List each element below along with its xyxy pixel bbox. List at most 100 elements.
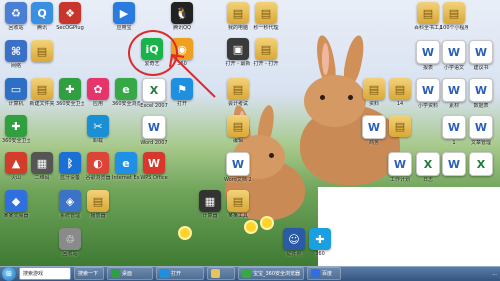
desktop-icon[interactable]: ▭ 计算机 xyxy=(2,78,30,107)
app-icon: ✿ xyxy=(87,78,109,100)
flower xyxy=(180,228,190,238)
desktop-icon-label: 360安全浏览器 xyxy=(112,101,140,107)
taskbar-item-baidu[interactable]: 百度 xyxy=(307,267,341,280)
desktop-icon-label: 腾讯QQ xyxy=(173,25,191,31)
desktop-icon-label: 蓝牙设备 xyxy=(59,175,80,181)
desktop-icon[interactable]: W 工作计划 xyxy=(386,152,414,183)
desktop-icon[interactable]: ▤ 新建文件夹 xyxy=(28,78,56,107)
desktop-icon[interactable]: ☺ 证件照 xyxy=(280,228,308,257)
desktop-icon[interactable]: W 报表 xyxy=(414,40,442,71)
app-icon xyxy=(160,269,169,278)
desktop-icon-label: 新建文件夹 xyxy=(29,101,55,107)
desktop-icon[interactable]: W WPS Office xyxy=(140,152,168,181)
desktop-icon-label: 回收站 xyxy=(62,251,78,257)
desktop-icon[interactable]: ▤ 我的电脑 xyxy=(224,2,252,31)
taskbar-item-desktop[interactable]: 桌面 xyxy=(107,267,153,280)
desktop-icon[interactable]: X 日志 xyxy=(414,152,442,183)
desktop-icon[interactable]: ▤ xyxy=(386,115,414,138)
taskbar-item-app[interactable] xyxy=(207,267,235,280)
desktop-icon[interactable]: ᛒ 蓝牙设备 xyxy=(56,152,84,181)
desktop-icon[interactable]: ▤ 14 xyxy=(386,78,414,107)
desktop-icon[interactable]: ▤ 会计考试 xyxy=(224,78,252,107)
taskbar-item-browser[interactable]: 宝宝_360安全浏览器 xyxy=(238,267,304,280)
search-button[interactable]: 搜索一下 xyxy=(74,267,104,280)
app-icon: ✚ xyxy=(5,115,27,137)
desktop: ♻ 回收站 Q 腾讯 ❖ SecOGPlug ▶ 应用宝 🐧 腾讯QQ ▤ 我的电脑 ▤ 秒一秒代理 ⌘ 网络… xyxy=(0,0,500,266)
desktop-icon[interactable]: W1 xyxy=(440,115,468,146)
desktop-icon[interactable]: ✚ 360安全卫士 xyxy=(56,78,84,107)
desktop-icon[interactable]: ✚360安全卫士 Application xyxy=(2,115,30,144)
system-tray[interactable]: ... xyxy=(492,271,497,277)
taskbar: ⊞ 搜索游戏 搜索一下 桌面 打开 宝宝_360安全浏览器 百度 ... xyxy=(0,266,500,281)
app-icon: ⌘ xyxy=(5,40,27,62)
desktop-icon[interactable]: W xyxy=(440,152,468,177)
annotation-arrow xyxy=(169,53,216,98)
desktop-icon[interactable]: ▲ 火山 xyxy=(2,152,30,181)
browser-icon xyxy=(242,269,251,278)
app-icon: ▤ xyxy=(255,2,277,24)
desktop-icon[interactable]: ▤ 打开 - 打开 xyxy=(252,38,280,67)
desktop-icon[interactable]: ◐ 谷歌浏览器 xyxy=(84,152,112,181)
desktop-icon[interactable]: ▦ 计算器 xyxy=(196,190,224,219)
app-icon: W xyxy=(142,115,166,139)
desktop-icon-label: 应用宝 xyxy=(116,25,132,31)
desktop-icon-label: 某某工具 xyxy=(227,213,248,219)
desktop-icon[interactable]: ▤ 秒一秒代理 xyxy=(252,2,280,31)
desktop-icon[interactable]: X xyxy=(467,152,495,177)
app-icon: W xyxy=(388,152,412,176)
start-button[interactable]: ⊞ xyxy=(2,266,16,281)
desktop-icon[interactable]: ▦ 二维码 xyxy=(28,152,56,181)
app-icon: W xyxy=(226,152,250,176)
desktop-icon[interactable]: ▶ 应用宝 xyxy=(110,2,138,31)
taskbar-item-open[interactable]: 打开 xyxy=(156,267,204,280)
app-icon: W xyxy=(416,40,440,64)
desktop-icon[interactable]: W 素材 xyxy=(440,78,468,109)
desktop-icon[interactable]: ♲ 回收站 xyxy=(56,228,84,257)
desktop-icon[interactable]: W 数据表 xyxy=(467,78,495,109)
app-icon: W xyxy=(442,78,466,102)
desktop-icon-label: 360安全卫士 Application xyxy=(2,138,30,144)
desktop-icon-label: 100个小程序 xyxy=(440,25,468,31)
desktop-icon[interactable]: ◆ 某某交易器 xyxy=(2,190,30,219)
desktop-icon[interactable]: eInternet Explorer xyxy=(112,152,140,181)
app-icon: ▤ xyxy=(31,78,53,100)
desktop-icon[interactable]: e360安全浏览器 xyxy=(112,78,140,107)
desktop-icon[interactable]: ▤ 编辑 xyxy=(224,115,252,144)
desktop-icon[interactable]: 🐧 腾讯QQ xyxy=(168,2,196,31)
desktop-icon-label: 工作计划 xyxy=(389,177,410,183)
desktop-icon[interactable]: W Word 2007 xyxy=(140,115,168,146)
desktop-icon[interactable]: W 小学语文 xyxy=(440,40,468,71)
desktop-icon[interactable]: ▤ 资料 xyxy=(360,78,388,107)
desktop-icon[interactable]: ❖ SecOGPlug xyxy=(56,2,84,31)
desktop-icon[interactable]: ⌘ 网络 xyxy=(2,40,30,69)
desktop-icon-label: 计算器 xyxy=(202,213,218,219)
desktop-icon-label: 文章管理 xyxy=(470,140,491,146)
desktop-icon-label: 二维码 xyxy=(34,175,50,181)
desktop-icon[interactable]: W 文章管理 xyxy=(467,115,495,146)
app-icon: ▶ xyxy=(113,2,135,24)
desktop-icon[interactable]: ▣ 打开 - 最新 xyxy=(224,38,252,67)
desktop-icon[interactable]: W 小学资料 xyxy=(414,78,442,109)
desktop-icon[interactable]: ♻ 回收站 xyxy=(2,2,30,31)
app-icon: ▤ xyxy=(227,78,249,100)
desktop-icon[interactable]: ▤ 某某工具 xyxy=(224,190,252,219)
desktop-icon-label: Internet Explorer xyxy=(112,175,140,181)
app-icon: W xyxy=(469,115,493,139)
desktop-icon[interactable]: Q 腾讯 xyxy=(28,2,56,31)
app-icon: ▤ xyxy=(443,2,465,24)
desktop-icon[interactable]: ▤ 100个小程序 xyxy=(440,2,468,31)
taskbar-search[interactable]: 搜索游戏 xyxy=(19,267,71,280)
desktop-icon-label: 报表 xyxy=(422,65,433,71)
desktop-icon[interactable]: ▤ 百科全书工具 xyxy=(414,2,442,31)
desktop-icon[interactable]: ✚ 360 xyxy=(306,228,334,257)
desktop-icon[interactable]: WWord文档 2007 xyxy=(224,152,252,183)
desktop-icon[interactable]: ▤ 播放器 xyxy=(84,190,112,219)
app-icon: ▤ xyxy=(31,40,53,62)
desktop-icon[interactable]: ▤ xyxy=(28,40,56,63)
desktop-icon[interactable]: ✿ 应用 xyxy=(84,78,112,107)
flower xyxy=(246,222,256,232)
desktop-icon[interactable]: ✂ 卸载 xyxy=(84,115,112,144)
desktop-icon[interactable]: ◈ 系统管理 xyxy=(56,190,84,219)
desktop-icon[interactable]: W 建议书 xyxy=(467,40,495,71)
desktop-icon[interactable]: W 商务 xyxy=(360,115,388,146)
